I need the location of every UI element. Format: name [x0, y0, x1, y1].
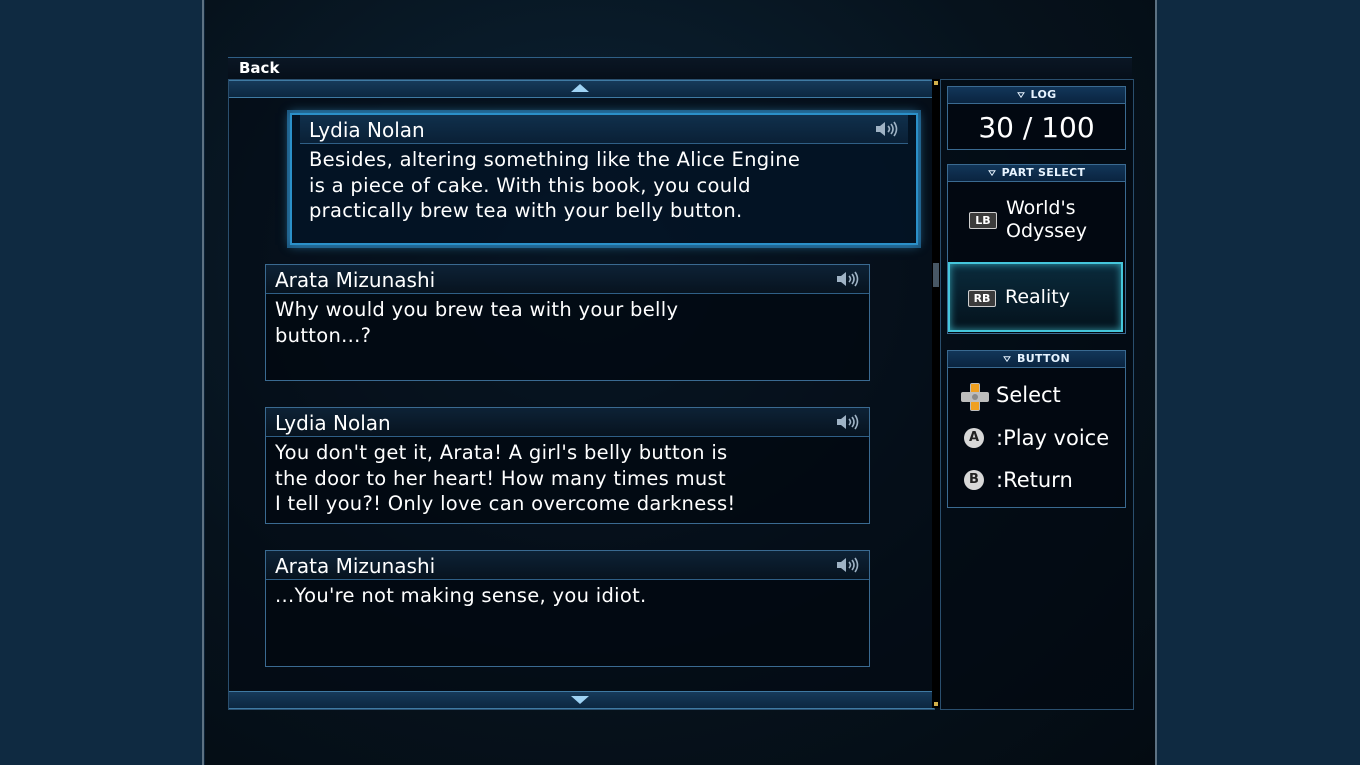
part-label: World's Odyssey [1006, 197, 1087, 242]
arrow-up-icon [571, 84, 589, 92]
speaker-name: Arata Mizunashi [275, 554, 436, 578]
lb-button-icon: LB [969, 212, 997, 229]
speaker-row: Lydia Nolan [300, 115, 908, 144]
log-title: LOG [1030, 88, 1057, 101]
rb-button-icon: RB [968, 290, 996, 307]
scroll-up-button[interactable] [229, 80, 934, 98]
message-text: Why would you brew tea with your belly b… [275, 298, 679, 347]
message-text: ...You're not making sense, you idiot. [275, 584, 647, 607]
speaker-icon[interactable] [835, 557, 861, 573]
right-frame-line [1155, 0, 1157, 765]
part-select-title: PART SELECT [1001, 166, 1086, 179]
part-select-header: PART SELECT [948, 165, 1125, 182]
button-guide-label: :Return [996, 468, 1073, 492]
message-text: You don't get it, Arata! A girl's belly … [275, 441, 736, 515]
log-count-box: LOG 30 / 100 [947, 86, 1126, 150]
speaker-icon[interactable] [874, 121, 900, 137]
speaker-row: Arata Mizunashi [266, 265, 869, 294]
button-guide-label: Select [996, 383, 1061, 407]
part-label: Reality [1005, 286, 1070, 308]
log-entry[interactable]: Lydia Nolan You don't get it, Arata! A g… [265, 407, 870, 524]
speaker-icon[interactable] [835, 271, 861, 287]
left-frame-line [202, 0, 204, 765]
log-entry-selected[interactable]: Lydia Nolan Besides, altering something … [290, 113, 918, 245]
triangle-down-icon [1003, 356, 1011, 362]
triangle-down-icon [987, 170, 996, 176]
log-count: 30 / 100 [978, 111, 1095, 144]
scrollbar-bottom-cap [934, 702, 938, 706]
back-button[interactable]: Back [239, 59, 279, 77]
speaker-name: Arata Mizunashi [275, 268, 436, 292]
triangle-down-icon [1016, 92, 1025, 98]
right-backdrop [1157, 0, 1360, 765]
back-bar[interactable]: Back [228, 57, 1132, 80]
button-guide-header: BUTTON [948, 351, 1125, 368]
button-guide-label: :Play voice [996, 426, 1110, 450]
a-button-icon: A [964, 428, 984, 448]
part-item-worlds-odyssey[interactable]: LB World's Odyssey [949, 182, 1124, 258]
left-backdrop [0, 0, 203, 765]
part-item-reality[interactable]: RB Reality [948, 262, 1123, 332]
scrollbar-thumb[interactable] [933, 263, 939, 287]
button-guide-title: BUTTON [1017, 352, 1070, 365]
speaker-row: Lydia Nolan [266, 408, 869, 437]
scroll-down-button[interactable] [229, 691, 934, 709]
dpad-icon [961, 383, 989, 411]
speaker-row: Arata Mizunashi [266, 551, 869, 580]
log-entry[interactable]: Arata Mizunashi Why would you brew tea w… [265, 264, 870, 381]
log-entry[interactable]: Arata Mizunashi ...You're not making sen… [265, 550, 870, 667]
arrow-down-icon [571, 696, 589, 704]
speaker-name: Lydia Nolan [275, 411, 391, 435]
speaker-icon[interactable] [835, 414, 861, 430]
scrollbar-top-cap [934, 81, 938, 85]
button-guide-box: BUTTON Select A :Play voice B :Return [947, 350, 1126, 508]
speaker-name: Lydia Nolan [309, 118, 425, 142]
b-button-icon: B [964, 470, 984, 490]
message-text: Besides, altering something like the Ali… [309, 148, 801, 222]
log-header: LOG [948, 87, 1125, 104]
part-select-box: PART SELECT LB World's Odyssey RB Realit… [947, 164, 1126, 334]
log-scrollbar[interactable] [932, 79, 940, 708]
